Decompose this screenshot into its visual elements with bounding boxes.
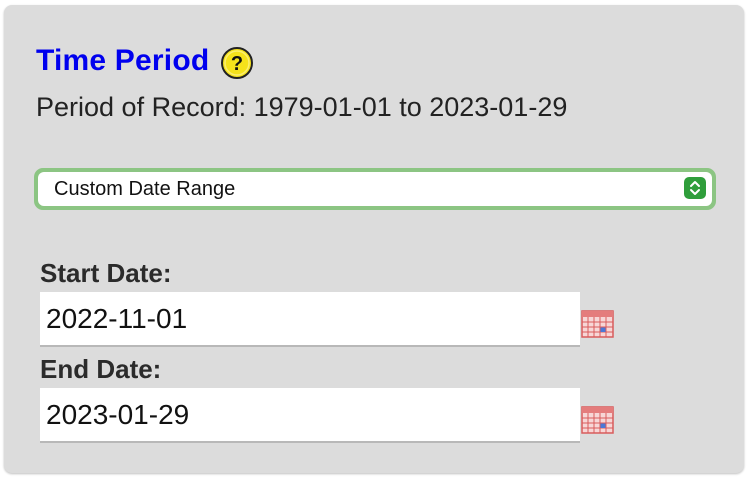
period-select-value: Custom Date Range [54,178,236,200]
calendar-icon[interactable] [581,404,614,434]
end-date-input[interactable] [40,388,580,443]
time-period-panel: Time Period ? Period of Record: 1979-01-… [4,5,744,473]
period-select[interactable]: Custom Date Range [38,172,712,206]
svg-text:?: ? [231,53,243,75]
period-select-focus-ring: Custom Date Range [34,168,716,210]
section-title: Time Period [36,44,210,77]
period-of-record: Period of Record: 1979-01-01 to 2023-01-… [36,92,568,122]
start-date-label: Start Date: [40,258,172,288]
calendar-icon[interactable] [581,308,614,338]
title-row: Time Period ? [36,43,254,79]
select-stepper-icon[interactable] [684,177,706,199]
question-help-icon[interactable]: ? [221,47,254,79]
start-date-input[interactable] [40,292,580,347]
end-date-label: End Date: [40,354,162,384]
